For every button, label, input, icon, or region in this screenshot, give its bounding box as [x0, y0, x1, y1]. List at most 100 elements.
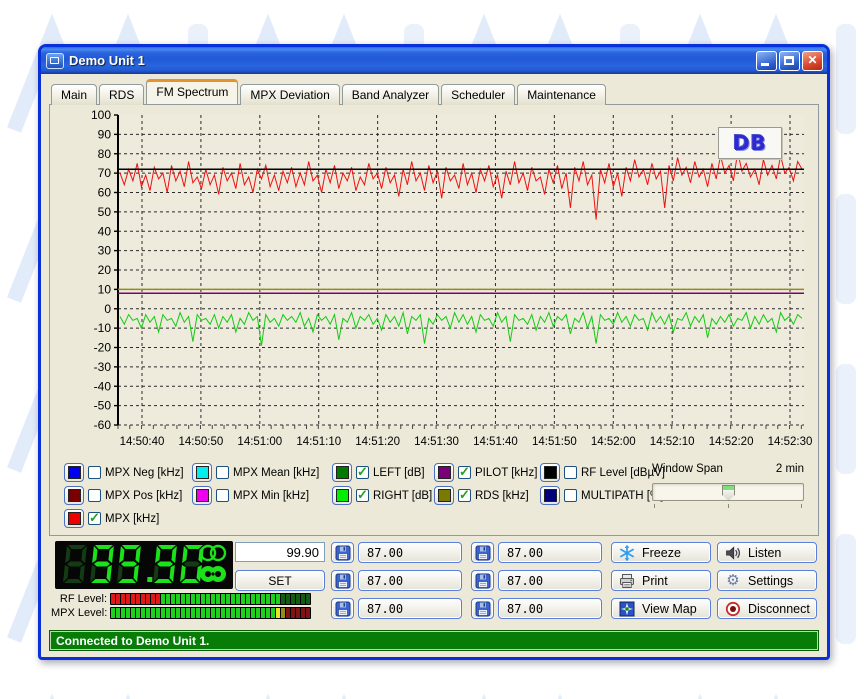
- meter-segment: [251, 594, 255, 604]
- frequency-input[interactable]: [235, 542, 325, 562]
- action-button-label: View Map: [642, 602, 697, 616]
- checkbox-mpx-khz[interactable]: [88, 512, 101, 525]
- meter-segment: [296, 594, 300, 604]
- preset-frequency-button-2[interactable]: 87.00: [358, 570, 462, 591]
- meter-segment: [296, 608, 300, 618]
- preset-frequency-button-6[interactable]: 87.00: [498, 598, 602, 619]
- preset-frequency-button-1[interactable]: 87.00: [358, 542, 462, 563]
- save-preset-button[interactable]: [471, 598, 494, 619]
- svg-text:-50: -50: [94, 399, 112, 413]
- disconnect-button[interactable]: Disconnect: [717, 598, 817, 619]
- frequency-led-display: [55, 541, 233, 589]
- svg-text:100: 100: [91, 109, 111, 122]
- svg-text:14:51:50: 14:51:50: [532, 436, 577, 448]
- svg-text:14:52:10: 14:52:10: [650, 436, 695, 448]
- legend-label: RDS [kHz]: [475, 490, 529, 502]
- title-bar: Demo Unit 1: [41, 47, 827, 74]
- color-swatch: [68, 466, 81, 479]
- preset-frequency-button-5[interactable]: 87.00: [498, 570, 602, 591]
- save-preset-button[interactable]: [331, 570, 354, 591]
- checkbox-mpx-neg-khz[interactable]: [88, 466, 101, 479]
- meter-segment: [166, 608, 170, 618]
- color-swatch-button-mpx-pos-khz[interactable]: [64, 486, 84, 505]
- color-swatch-button-rds-khz[interactable]: [434, 486, 454, 505]
- checkbox-mpx-pos-khz[interactable]: [88, 489, 101, 502]
- save-preset-button[interactable]: [471, 570, 494, 591]
- set-button[interactable]: SET: [235, 570, 325, 591]
- window-span-slider[interactable]: [652, 483, 804, 501]
- action-button-label: Disconnect: [748, 602, 810, 616]
- color-swatch-button-rf-level-dbv[interactable]: [540, 463, 560, 482]
- preset-row: 87.00: [331, 542, 462, 563]
- tab-maintenance[interactable]: Maintenance: [517, 84, 606, 105]
- save-preset-button[interactable]: [471, 542, 494, 563]
- color-swatch-button-mpx-mean-khz[interactable]: [192, 463, 212, 482]
- preset-row: 87.00: [471, 598, 602, 619]
- window-span-slider-thumb[interactable]: [722, 485, 735, 501]
- settings-button[interactable]: ⚙Settings: [717, 570, 817, 591]
- checkbox-multipath[interactable]: [564, 489, 577, 502]
- freeze-button[interactable]: Freeze: [611, 542, 711, 563]
- meter-segment: [196, 608, 200, 618]
- tab-main[interactable]: Main: [51, 84, 97, 105]
- print-button[interactable]: Print: [611, 570, 711, 591]
- meter-segment: [141, 594, 145, 604]
- tab-fm-spectrum[interactable]: FM Spectrum: [146, 79, 238, 104]
- speaker-icon: [725, 545, 741, 561]
- meter-segment: [231, 594, 235, 604]
- color-swatch: [196, 489, 209, 502]
- tab-band-analyzer[interactable]: Band Analyzer: [342, 84, 439, 105]
- action-column-1: Freeze Print View Map: [611, 542, 711, 626]
- checkbox-pilot-khz[interactable]: [458, 466, 471, 479]
- meter-segment: [291, 594, 295, 604]
- legend-item-mpx-min-khz: MPX Min [kHz]: [192, 484, 332, 507]
- legend-item-pilot-khz: PILOT [kHz]: [434, 461, 540, 484]
- meter-segment: [121, 594, 125, 604]
- color-swatch-button-mpx-neg-khz[interactable]: [64, 463, 84, 482]
- color-swatch-button-left-db[interactable]: [332, 463, 352, 482]
- checkbox-rds-khz[interactable]: [458, 489, 471, 502]
- tab-rds[interactable]: RDS: [99, 84, 144, 105]
- legend-label: RIGHT [dB]: [373, 490, 432, 502]
- preset-frequency-button-4[interactable]: 87.00: [498, 542, 602, 563]
- preset-row: 87.00: [331, 570, 462, 591]
- color-swatch: [438, 466, 451, 479]
- meter-segment: [116, 594, 120, 604]
- color-swatch-button-right-db[interactable]: [332, 486, 352, 505]
- minimize-button[interactable]: [756, 51, 777, 71]
- save-preset-button[interactable]: [331, 542, 354, 563]
- meter-segment: [271, 594, 275, 604]
- rf-level-meter: [110, 593, 311, 605]
- checkbox-mpx-min-khz[interactable]: [216, 489, 229, 502]
- view-map-button[interactable]: View Map: [611, 598, 711, 619]
- svg-text:-20: -20: [94, 341, 112, 355]
- color-swatch: [336, 489, 349, 502]
- meter-segment: [221, 594, 225, 604]
- checkbox-mpx-mean-khz[interactable]: [216, 466, 229, 479]
- color-swatch-button-pilot-khz[interactable]: [434, 463, 454, 482]
- save-preset-button[interactable]: [331, 598, 354, 619]
- meter-segment: [196, 594, 200, 604]
- meter-segment: [306, 608, 310, 618]
- color-swatch-button-mpx-khz[interactable]: [64, 509, 84, 528]
- meter-segment: [186, 608, 190, 618]
- maximize-button[interactable]: [779, 51, 800, 71]
- meter-segment: [231, 608, 235, 618]
- svg-text:14:50:40: 14:50:40: [120, 436, 165, 448]
- close-button[interactable]: [802, 51, 823, 71]
- tab-scheduler[interactable]: Scheduler: [441, 84, 515, 105]
- tab-mpx-deviation[interactable]: MPX Deviation: [240, 84, 339, 105]
- checkbox-left-db[interactable]: [356, 466, 369, 479]
- floppy-icon: [335, 545, 351, 561]
- checkbox-rf-level-dbv[interactable]: [564, 466, 577, 479]
- vendor-logo: DB: [718, 127, 782, 159]
- color-swatch-button-multipath[interactable]: [540, 486, 560, 505]
- checkbox-right-db[interactable]: [356, 489, 369, 502]
- meter-segment: [261, 608, 265, 618]
- meter-segment: [191, 608, 195, 618]
- meter-segment: [206, 608, 210, 618]
- svg-text:40: 40: [98, 224, 112, 238]
- color-swatch-button-mpx-min-khz[interactable]: [192, 486, 212, 505]
- preset-frequency-button-3[interactable]: 87.00: [358, 598, 462, 619]
- listen-button[interactable]: Listen: [717, 542, 817, 563]
